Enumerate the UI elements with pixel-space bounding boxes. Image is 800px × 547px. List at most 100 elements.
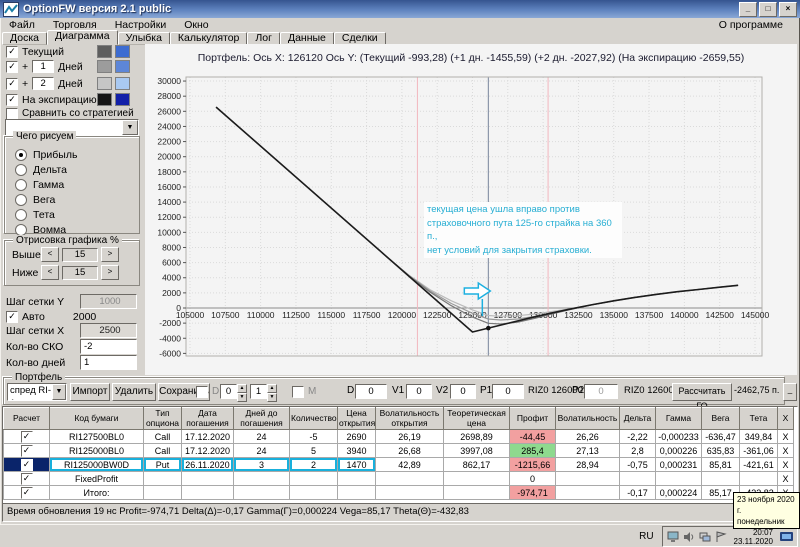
row-calc-cell[interactable]: ✓ [3, 471, 50, 486]
table-cell[interactable]: 85,81 [701, 457, 740, 472]
plus1-days-input[interactable]: 1 [32, 60, 55, 73]
table-cell[interactable]: Итого: [49, 485, 144, 500]
table-cell[interactable] [701, 471, 740, 486]
table-cell[interactable] [181, 485, 234, 500]
portfolio-preset-dropdown[interactable]: спред RI-1 ▼ [7, 383, 67, 401]
table-cell[interactable]: 5 [289, 443, 338, 458]
spin-up-icon[interactable]: ▲ [267, 384, 277, 393]
menu-item[interactable]: Окно [175, 19, 217, 31]
table-cell[interactable] [443, 485, 510, 500]
column-header[interactable]: X [777, 407, 794, 430]
table-cell[interactable] [289, 471, 338, 486]
row-delete-button[interactable]: X [777, 429, 794, 444]
grid-x-input[interactable]: 2500 [80, 323, 137, 338]
plus1-checkbox[interactable]: ✓ [6, 60, 18, 73]
spin-down-icon[interactable]: ▼ [237, 393, 247, 402]
table-cell[interactable]: FixedProfit [49, 471, 144, 486]
draw-option-radio[interactable] [15, 164, 27, 176]
table-cell[interactable]: -0,75 [619, 457, 656, 472]
table-cell[interactable] [233, 485, 290, 500]
table-cell[interactable]: RI127500BL0 [49, 429, 144, 444]
column-header[interactable]: Волатильность открытия [375, 407, 444, 430]
display-tray-icon[interactable] [667, 531, 679, 543]
table-cell[interactable]: 0,000231 [655, 457, 702, 472]
dh-spinner-1[interactable]: 0 ▲ ▼ [220, 384, 247, 402]
table-cell[interactable]: -421,61 [739, 457, 778, 472]
row-checkbox[interactable]: ✓ [20, 458, 33, 471]
table-cell[interactable]: -636,47 [701, 429, 740, 444]
row-delete-button[interactable]: X [777, 443, 794, 458]
table-cell[interactable]: 0 [509, 471, 556, 486]
table-cell[interactable]: 285,4 [509, 443, 556, 458]
m-checkbox[interactable] [292, 385, 304, 398]
v1-input[interactable]: 0 [406, 384, 432, 399]
table-cell[interactable]: 2690 [337, 429, 376, 444]
tab-Доска[interactable]: Доска [2, 32, 47, 45]
table-cell[interactable]: 26,19 [375, 429, 444, 444]
column-header[interactable]: Цена открытия [337, 407, 376, 430]
monitor-tray-icon[interactable] [780, 531, 793, 543]
table-cell[interactable]: -361,06 [739, 443, 778, 458]
draw-option-radio[interactable] [15, 209, 27, 221]
row-calc-cell[interactable]: ✓ [3, 443, 50, 458]
table-cell[interactable]: -1215,66 [509, 457, 556, 472]
table-cell[interactable] [555, 471, 620, 486]
close-button[interactable]: × [779, 1, 797, 17]
table-cell[interactable]: -974,71 [509, 485, 556, 500]
table-cell[interactable]: RI125000BL0 [49, 443, 144, 458]
table-cell[interactable]: 3997,08 [443, 443, 510, 458]
maximize-button[interactable]: □ [759, 1, 777, 17]
above-decrement-button[interactable]: < [41, 247, 59, 262]
column-header[interactable]: Гамма [655, 407, 702, 430]
table-cell[interactable] [375, 485, 444, 500]
dropdown-arrow-icon[interactable]: ▼ [52, 384, 66, 400]
taskbar[interactable]: RU 20:07 23.11.2020 [0, 524, 800, 547]
compare-checkbox[interactable] [6, 107, 18, 120]
table-cell[interactable]: 2 [289, 457, 338, 472]
dh-spinner-2[interactable]: 1 ▲ ▼ [250, 384, 277, 402]
flag-tray-icon[interactable] [715, 530, 727, 543]
table-cell[interactable]: 2698,89 [443, 429, 510, 444]
title-bar[interactable]: OptionFW версия 2.1 public _ □ × [0, 0, 800, 18]
row-checkbox[interactable]: ✓ [20, 486, 33, 499]
plus2-checkbox[interactable]: ✓ [6, 77, 18, 90]
table-cell[interactable]: 24 [233, 429, 290, 444]
spin-up-icon[interactable]: ▲ [237, 384, 247, 393]
table-cell[interactable]: 27,13 [555, 443, 620, 458]
table-cell[interactable] [233, 471, 290, 486]
column-header[interactable]: Количество [289, 407, 338, 430]
column-header[interactable]: Тип опциона [143, 407, 182, 430]
row-calc-cell[interactable]: ✓ [3, 485, 50, 500]
table-cell[interactable]: Put [143, 457, 182, 472]
table-cell[interactable] [181, 471, 234, 486]
draw-option-radio[interactable] [15, 179, 27, 191]
column-header[interactable]: Профит [509, 407, 556, 430]
table-cell[interactable] [337, 471, 376, 486]
row-delete-button[interactable]: X [777, 457, 794, 472]
table-cell[interactable] [143, 485, 182, 500]
table-cell[interactable] [289, 485, 338, 500]
row-checkbox[interactable]: ✓ [20, 444, 33, 457]
spin-down-icon[interactable]: ▼ [267, 393, 277, 402]
current-checkbox[interactable]: ✓ [6, 45, 18, 58]
menu-item-about[interactable]: О программе [710, 19, 792, 31]
table-cell[interactable]: -5 [289, 429, 338, 444]
table-cell[interactable]: 26,26 [555, 429, 620, 444]
column-header[interactable]: Тета [739, 407, 778, 430]
row-delete-button[interactable]: X [777, 471, 794, 486]
dropdown-arrow-icon[interactable]: ▼ [122, 120, 138, 135]
column-header[interactable]: Волатильность [555, 407, 620, 430]
table-cell[interactable]: -2,22 [619, 429, 656, 444]
table-cell[interactable]: Call [143, 443, 182, 458]
table-cell[interactable]: 28,94 [555, 457, 620, 472]
table-cell[interactable]: 24 [233, 443, 290, 458]
table-cell[interactable] [443, 471, 510, 486]
table-cell[interactable]: 1470 [337, 457, 376, 472]
table-cell[interactable]: Call [143, 429, 182, 444]
row-calc-cell[interactable]: ✓ [3, 429, 50, 444]
tab-Диаграмма[interactable]: Диаграмма [46, 30, 118, 45]
table-cell[interactable] [655, 471, 702, 486]
column-header[interactable]: Вега [701, 407, 740, 430]
table-cell[interactable]: 3 [233, 457, 290, 472]
column-header[interactable]: Теоретическая цена [443, 407, 510, 430]
